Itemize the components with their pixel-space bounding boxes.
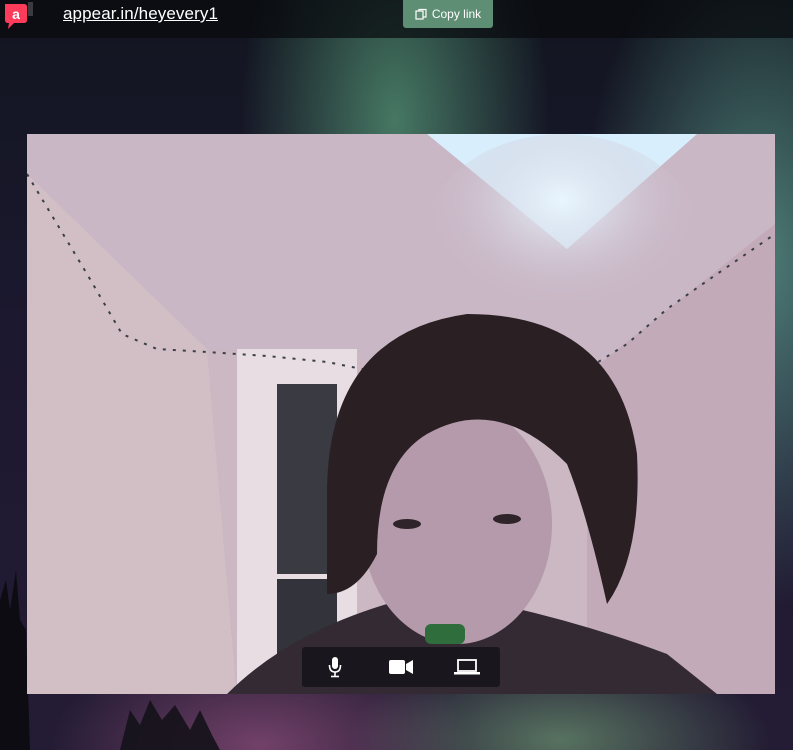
microphone-button[interactable] bbox=[322, 655, 348, 679]
top-bar: a appear.in/heyevery1 Copy link bbox=[0, 0, 793, 38]
video-feed bbox=[27, 134, 775, 694]
appear-logo-icon[interactable]: a bbox=[2, 0, 34, 30]
camera-icon bbox=[389, 660, 413, 674]
copy-icon bbox=[415, 8, 427, 20]
copy-link-label: Copy link bbox=[431, 7, 482, 21]
laptop-icon bbox=[454, 659, 480, 675]
svg-text:a: a bbox=[12, 6, 20, 22]
call-controls bbox=[302, 647, 500, 687]
copy-link-button[interactable]: Copy link bbox=[403, 0, 493, 28]
webcam-image bbox=[27, 134, 775, 694]
room-url-link[interactable]: appear.in/heyevery1 bbox=[63, 4, 218, 24]
microphone-icon bbox=[328, 657, 342, 678]
screenshare-button[interactable] bbox=[454, 655, 480, 679]
camera-button[interactable] bbox=[388, 655, 414, 679]
